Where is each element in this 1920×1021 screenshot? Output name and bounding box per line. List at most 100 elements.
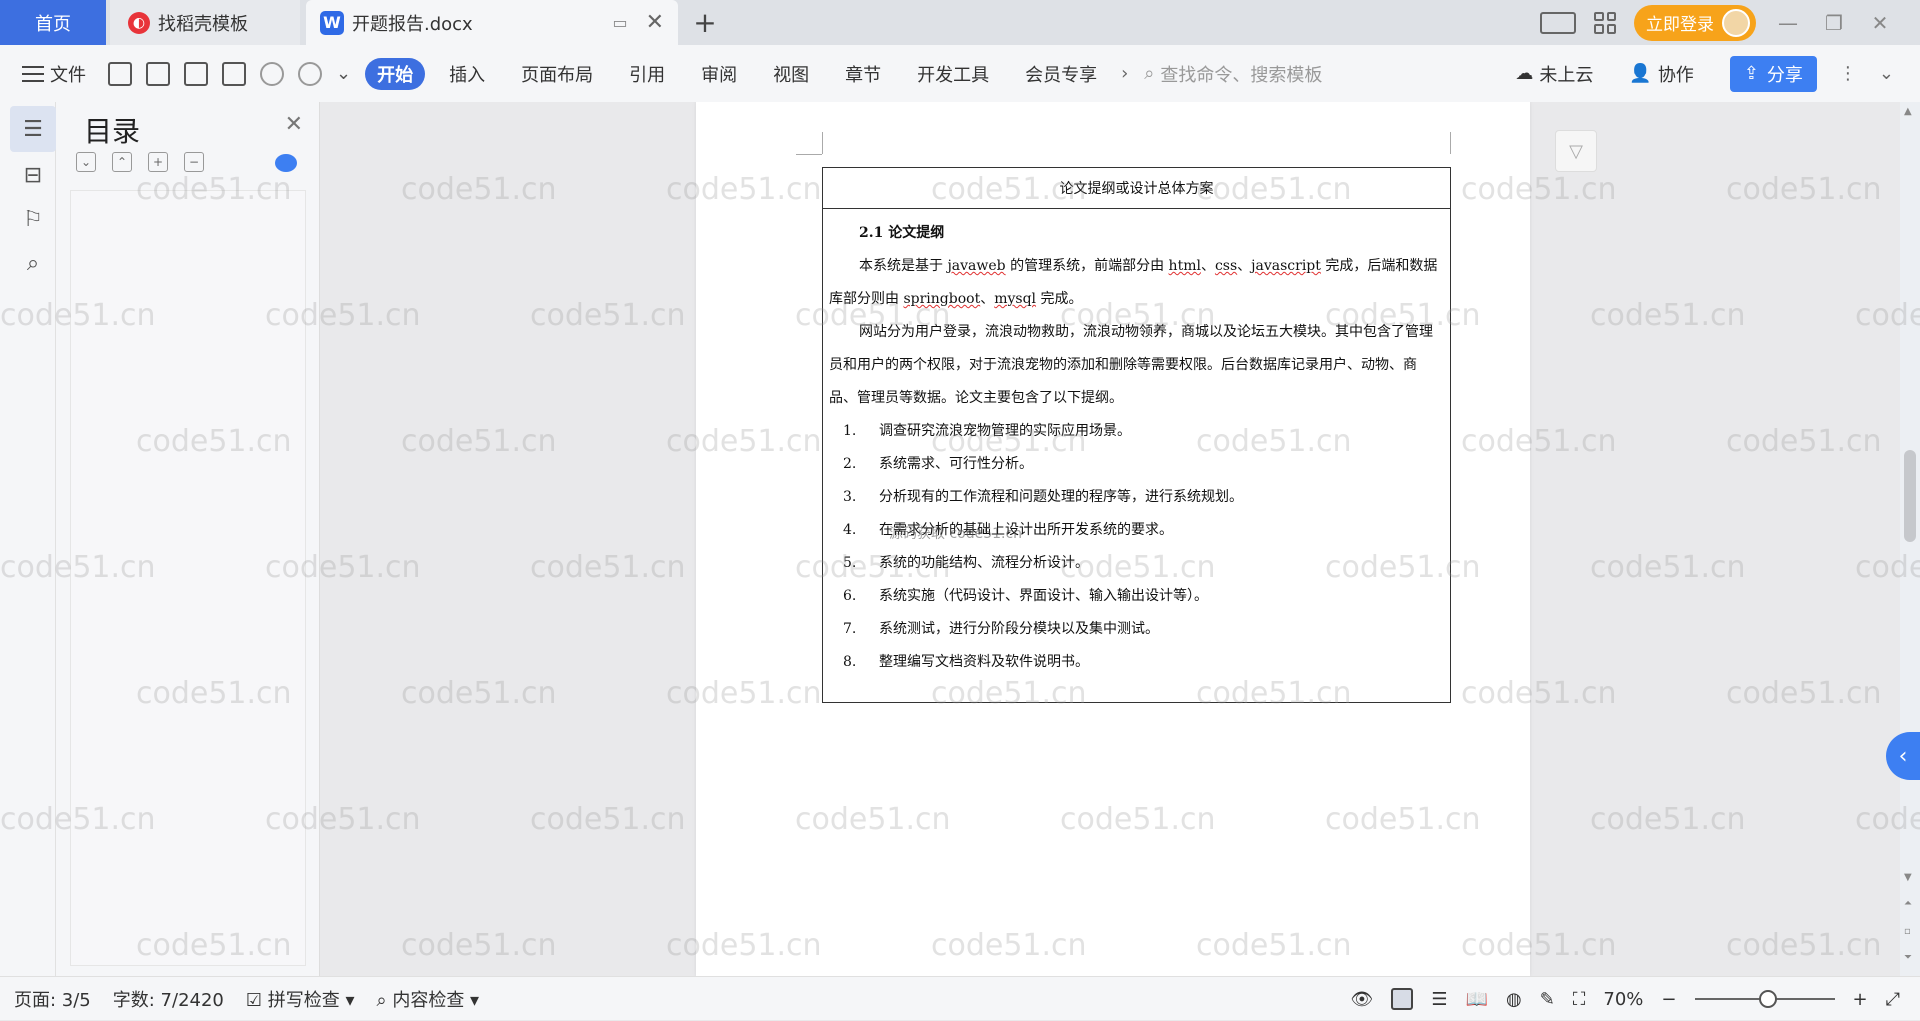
tab-developer[interactable]: 开发工具 [905, 58, 1001, 90]
status-bar: 页面: 3/5 字数: 7/2420 ☑ 拼写检查 ▾ ⌕ 内容检查 ▾ 👁 ☰… [0, 976, 1920, 1020]
print-preview-icon[interactable] [222, 61, 246, 86]
writer-logo-icon: W [320, 10, 344, 35]
scroll-down-icon[interactable]: ▼ [1904, 872, 1912, 883]
tab-references[interactable]: 引用 [617, 58, 677, 90]
zoom-in-icon[interactable]: + [1853, 989, 1868, 1010]
next-page-icon[interactable]: ⏷ [1904, 952, 1912, 963]
chevron-right-icon[interactable]: › [1121, 63, 1128, 84]
layout-icon[interactable] [1540, 11, 1576, 34]
fit-page-icon[interactable]: ⛶ [1573, 989, 1586, 1010]
pen-icon[interactable]: ✎ [1540, 989, 1555, 1010]
login-label: 立即登录 [1646, 15, 1714, 35]
list-item: 8. 整理编写文档资料及软件说明书。 [843, 654, 1089, 670]
collab-button[interactable]: 👤 协作 [1629, 61, 1693, 87]
more-icon[interactable]: ⋮ [1839, 63, 1857, 84]
read-view-icon[interactable]: 📖 [1466, 989, 1488, 1010]
tab-view[interactable]: 视图 [761, 58, 821, 90]
tab-start[interactable]: 开始 [365, 57, 426, 90]
zoom-level[interactable]: 70% [1603, 989, 1643, 1010]
outline-view-icon[interactable]: ☰ [1431, 989, 1447, 1010]
search-icon[interactable]: ⌕ [10, 240, 56, 286]
add-icon[interactable]: + [148, 152, 168, 172]
menu-label: 开发工具 [917, 64, 990, 86]
outline-table: 论文提纲或设计总体方案 2.1 论文提纲 本系统是基于 javaweb 的管理系… [822, 167, 1451, 703]
docer-logo-icon: ◐ [128, 11, 150, 34]
menu-label: 审阅 [701, 64, 738, 86]
zoom-out-icon[interactable]: − [1661, 989, 1676, 1010]
page-indicator[interactable]: 页面: 3/5 [14, 986, 91, 1012]
expand-icon[interactable]: ⌄ [76, 152, 96, 172]
tab-document-label: 开题报告.docx [352, 13, 473, 35]
tab-document[interactable]: W 开题报告.docx ▭ ✕ [306, 0, 678, 45]
crop-mark [822, 132, 823, 154]
tab-insert[interactable]: 插入 [437, 58, 497, 90]
scroll-thumb[interactable] [1904, 450, 1916, 542]
command-search[interactable]: ⌕ 查找命令、搜索模板 [1144, 61, 1322, 87]
login-button[interactable]: 立即登录 [1634, 4, 1756, 41]
tab-home[interactable]: 首页 [0, 0, 106, 45]
content-check-button[interactable]: ⌕ 内容检查 ▾ [377, 986, 480, 1012]
close-icon[interactable]: ✕ [285, 112, 303, 137]
restore-icon[interactable]: ❐ [1820, 11, 1848, 35]
close-window-icon[interactable]: ✕ [1866, 11, 1894, 35]
new-tab-button[interactable]: + [690, 0, 720, 45]
menu-icon [22, 65, 44, 82]
toc-tools: ⌄ ⌃ + − [76, 152, 204, 172]
page-icon[interactable]: ▫ [1904, 926, 1911, 937]
list-item: 4. 在需求分析的基础上设计出所开发系统的要求。 源码获取 code51.cn [829, 514, 1444, 547]
export-icon[interactable] [146, 61, 170, 86]
ai-icon[interactable] [275, 154, 297, 172]
tab-page-layout[interactable]: 页面布局 [509, 58, 605, 90]
remove-icon[interactable]: − [184, 152, 204, 172]
tab-review[interactable]: 审阅 [689, 58, 749, 90]
status-left: 页面: 3/5 字数: 7/2420 ☑ 拼写检查 ▾ ⌕ 内容检查 ▾ [14, 977, 479, 1021]
zoom-slider-knob[interactable] [1758, 990, 1777, 1008]
prev-page-icon[interactable]: ⏶ [1904, 898, 1912, 909]
scroll-up-icon[interactable]: ▲ [1904, 106, 1912, 117]
toc-icon[interactable]: ☰ [10, 106, 56, 152]
print-icon[interactable] [184, 61, 208, 86]
file-label: 文件 [50, 64, 86, 86]
chevron-down-icon[interactable]: ⌄ [336, 63, 351, 84]
navigation-icon[interactable]: ⊟ [10, 152, 56, 198]
menu-label: 插入 [449, 64, 486, 86]
table-header: 论文提纲或设计总体方案 [823, 168, 1450, 209]
redo-icon[interactable] [298, 61, 322, 86]
filter-icon[interactable]: ▽ [1555, 130, 1597, 172]
apps-grid-icon[interactable] [1594, 11, 1616, 34]
page-view-icon[interactable] [1391, 988, 1414, 1010]
close-tab-icon[interactable]: ✕ [646, 10, 664, 35]
eye-protect-icon[interactable]: 👁 [1351, 989, 1374, 1010]
ribbon-toolbar: 文件 ⌄ 开始 插入 页面布局 引用 审阅 视图 章节 开发工具 会员专享 › … [0, 45, 1920, 102]
minimize-icon[interactable]: — [1774, 11, 1802, 35]
monitor-icon[interactable]: ▭ [612, 13, 627, 32]
vertical-scrollbar[interactable]: ▲ ▼ ⏶ ▫ ⏷ [1900, 102, 1920, 976]
file-menu[interactable]: 文件 [22, 61, 86, 87]
web-view-icon[interactable]: ◍ [1506, 989, 1522, 1010]
collapse-icon[interactable]: ⌃ [112, 152, 132, 172]
tab-chapter[interactable]: 章节 [833, 58, 893, 90]
crop-mark [1450, 132, 1451, 154]
bookmark-icon[interactable]: ⚐ [10, 196, 56, 242]
cloud-status[interactable]: ☁ 未上云 [1515, 61, 1593, 87]
center-watermark: 源码获取 code51.cn [889, 526, 1023, 542]
tab-bar: 首页 ◐ 找稻壳模板 W 开题报告.docx ▭ ✕ + 立即登录 — ❐ ✕ [0, 0, 1920, 45]
save-icon[interactable] [108, 61, 132, 86]
tab-member[interactable]: 会员专享 [1013, 58, 1109, 90]
collapse-ribbon-icon[interactable]: ⌄ [1879, 63, 1894, 84]
content-label: 内容检查 [392, 990, 465, 1011]
word-count[interactable]: 字数: 7/2420 [113, 986, 224, 1012]
zoom-slider[interactable] [1694, 990, 1835, 1008]
section-heading: 2.1 论文提纲 [859, 225, 945, 241]
tab-templates-label: 找稻壳模板 [158, 13, 248, 35]
fullscreen-icon[interactable]: ⤢ [1886, 989, 1900, 1010]
document-canvas: 论文提纲或设计总体方案 2.1 论文提纲 本系统是基于 javaweb 的管理系… [321, 102, 1900, 976]
tab-templates[interactable]: ◐ 找稻壳模板 [110, 0, 300, 45]
undo-icon[interactable] [260, 61, 284, 86]
table-body[interactable]: 2.1 论文提纲 本系统是基于 javaweb 的管理系统，前端部分由 html… [823, 209, 1450, 679]
left-rail: ☰ ⊟ ⚐ ⌕ [0, 102, 56, 976]
spell-check-button[interactable]: ☑ 拼写检查 ▾ [246, 986, 355, 1012]
collab-label: 协作 [1657, 64, 1694, 86]
share-button[interactable]: ⇪ 分享 [1729, 55, 1817, 92]
share-label: 分享 [1766, 64, 1803, 86]
